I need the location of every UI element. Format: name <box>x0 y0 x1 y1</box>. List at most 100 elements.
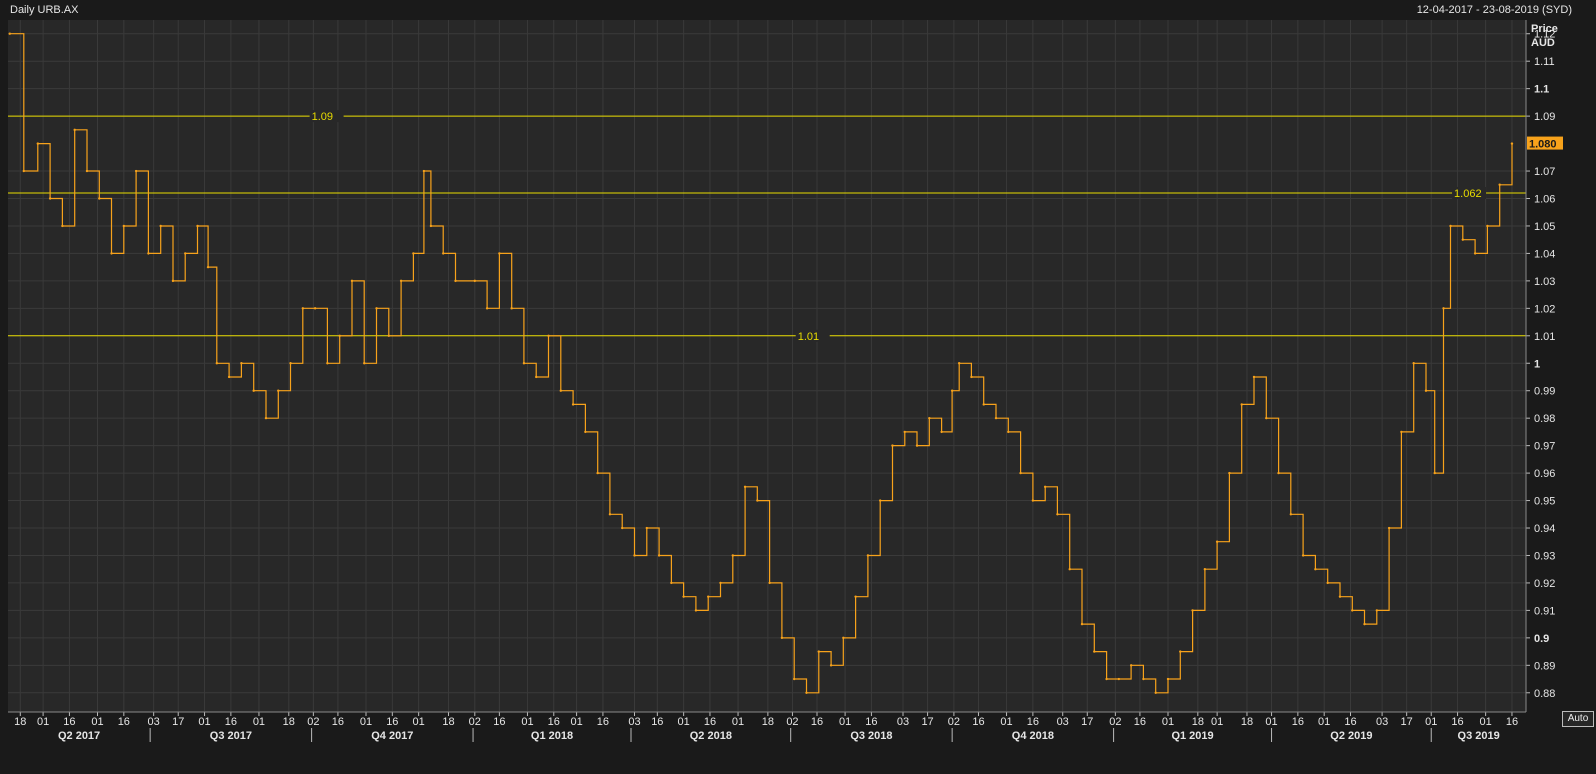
data-point <box>1449 224 1452 228</box>
data-point <box>1142 677 1145 681</box>
data-point <box>159 224 162 228</box>
x-tick-label: 03 <box>1376 716 1388 728</box>
y-tick-label: 0.99 <box>1534 386 1555 398</box>
data-point <box>793 677 796 681</box>
data-point <box>817 650 820 653</box>
data-point <box>171 279 175 283</box>
data-point <box>1252 375 1256 379</box>
data-point <box>957 362 961 365</box>
globe-icon <box>18 23 29 34</box>
data-point <box>422 169 426 173</box>
data-point <box>147 252 150 255</box>
quarter-label: Q3 2019 <box>1458 730 1500 742</box>
quarter-label: Q2 2019 <box>1330 730 1372 742</box>
last-price-tag: 1.080 <box>1527 136 1563 151</box>
y-tick-label: 1.02 <box>1534 303 1555 315</box>
x-tick-label: 01 <box>1211 716 1223 728</box>
data-point <box>1461 238 1465 241</box>
data-point <box>485 307 489 310</box>
y-tick-label: 0.96 <box>1534 468 1555 480</box>
x-tick-label: 16 <box>704 716 716 728</box>
data-point <box>184 252 187 255</box>
y-tick-label: 1.09 <box>1534 111 1555 123</box>
x-tick-label: 16 <box>225 716 237 728</box>
data-point <box>1314 568 1317 571</box>
x-tick-label: 18 <box>762 716 774 728</box>
y-tick-label: 0.9 <box>1534 633 1549 645</box>
data-point <box>264 416 268 420</box>
data-point <box>454 279 457 283</box>
x-tick-label: 01 <box>678 716 690 728</box>
grid <box>8 20 1526 712</box>
data-point <box>1191 609 1194 612</box>
data-point <box>73 128 76 132</box>
x-tick-label: 02 <box>469 716 481 728</box>
last-price-label: 1.080 <box>1529 139 1557 151</box>
data-point <box>429 224 433 228</box>
data-point <box>48 197 52 200</box>
x-tick-label: 01 <box>37 716 49 728</box>
data-point <box>110 252 113 255</box>
x-tick-label: 18 <box>14 716 26 728</box>
x-tick-label: 03 <box>1057 716 1069 728</box>
data-point <box>473 279 477 283</box>
x-tick-label: 02 <box>948 716 960 728</box>
auto-scale-button[interactable]: Auto <box>1562 711 1594 727</box>
x-tick-label: 01 <box>253 716 265 728</box>
x-tick-label: 17 <box>1401 716 1413 728</box>
data-point <box>571 403 575 406</box>
quarter-label: Q4 2018 <box>1012 730 1054 742</box>
quarter-label: Q2 2017 <box>58 730 100 742</box>
x-tick-label: 03 <box>897 716 909 728</box>
horizontal-line-label: 1.01 <box>798 331 819 343</box>
y-tick-label: 1.03 <box>1534 276 1555 288</box>
x-tick-label: 16 <box>651 716 663 728</box>
horizontal-line-label-bg <box>1452 187 1487 199</box>
y-tick-label: 1.11 <box>1534 56 1555 68</box>
x-tick-label: 01 <box>413 716 425 728</box>
x-tick-label: 01 <box>1318 716 1330 728</box>
y-tick-label: 1.1 <box>1534 84 1549 96</box>
data-point <box>842 636 845 640</box>
data-point <box>1473 252 1477 255</box>
data-point <box>498 252 501 255</box>
x-tick-label: 03 <box>628 716 640 728</box>
series-legend[interactable]: BarOHLC, URB.AX, Trade Price, 12-07-2019… <box>18 23 385 36</box>
data-point <box>1400 430 1403 434</box>
data-point <box>719 581 722 585</box>
y-tick-label: 0.95 <box>1534 496 1555 508</box>
data-point <box>707 595 710 598</box>
data-point <box>805 691 808 694</box>
data-point <box>731 554 734 557</box>
data-point <box>412 252 415 255</box>
x-tick-label: 18 <box>1241 716 1253 728</box>
data-point <box>1203 568 1207 571</box>
data-point <box>1433 471 1436 475</box>
y-axis-title-price: Price <box>1531 23 1558 35</box>
data-point <box>621 526 624 530</box>
data-point <box>547 334 550 337</box>
data-point <box>1498 183 1501 186</box>
data-point <box>780 636 784 640</box>
data-point <box>903 430 906 434</box>
data-point <box>1215 540 1219 543</box>
x-tick-label: 01 <box>521 716 533 728</box>
x-tick-label: 16 <box>1292 716 1304 728</box>
price-series <box>8 32 1514 694</box>
data-point <box>1486 224 1489 228</box>
data-point <box>1179 650 1182 653</box>
price-chart[interactable]: 1.09 1.062 1.01 1.12 1.11 1.1 1.09 1.07 1.06 1.0… <box>0 0 1596 774</box>
data-point <box>350 279 354 283</box>
x-tick-label: 16 <box>386 716 398 728</box>
quarter-label: Q1 2019 <box>1171 730 1213 742</box>
x-tick-label: 16 <box>118 716 130 728</box>
x-tick-label: 16 <box>548 716 560 728</box>
data-point <box>61 224 64 228</box>
x-tick-label: 16 <box>972 716 984 728</box>
data-point <box>1043 485 1047 489</box>
data-point <box>85 169 89 173</box>
data-point <box>1080 622 1084 626</box>
data-point <box>277 389 280 392</box>
quarter-label: Q3 2017 <box>210 730 252 742</box>
y-tick-label: 0.98 <box>1534 413 1555 425</box>
